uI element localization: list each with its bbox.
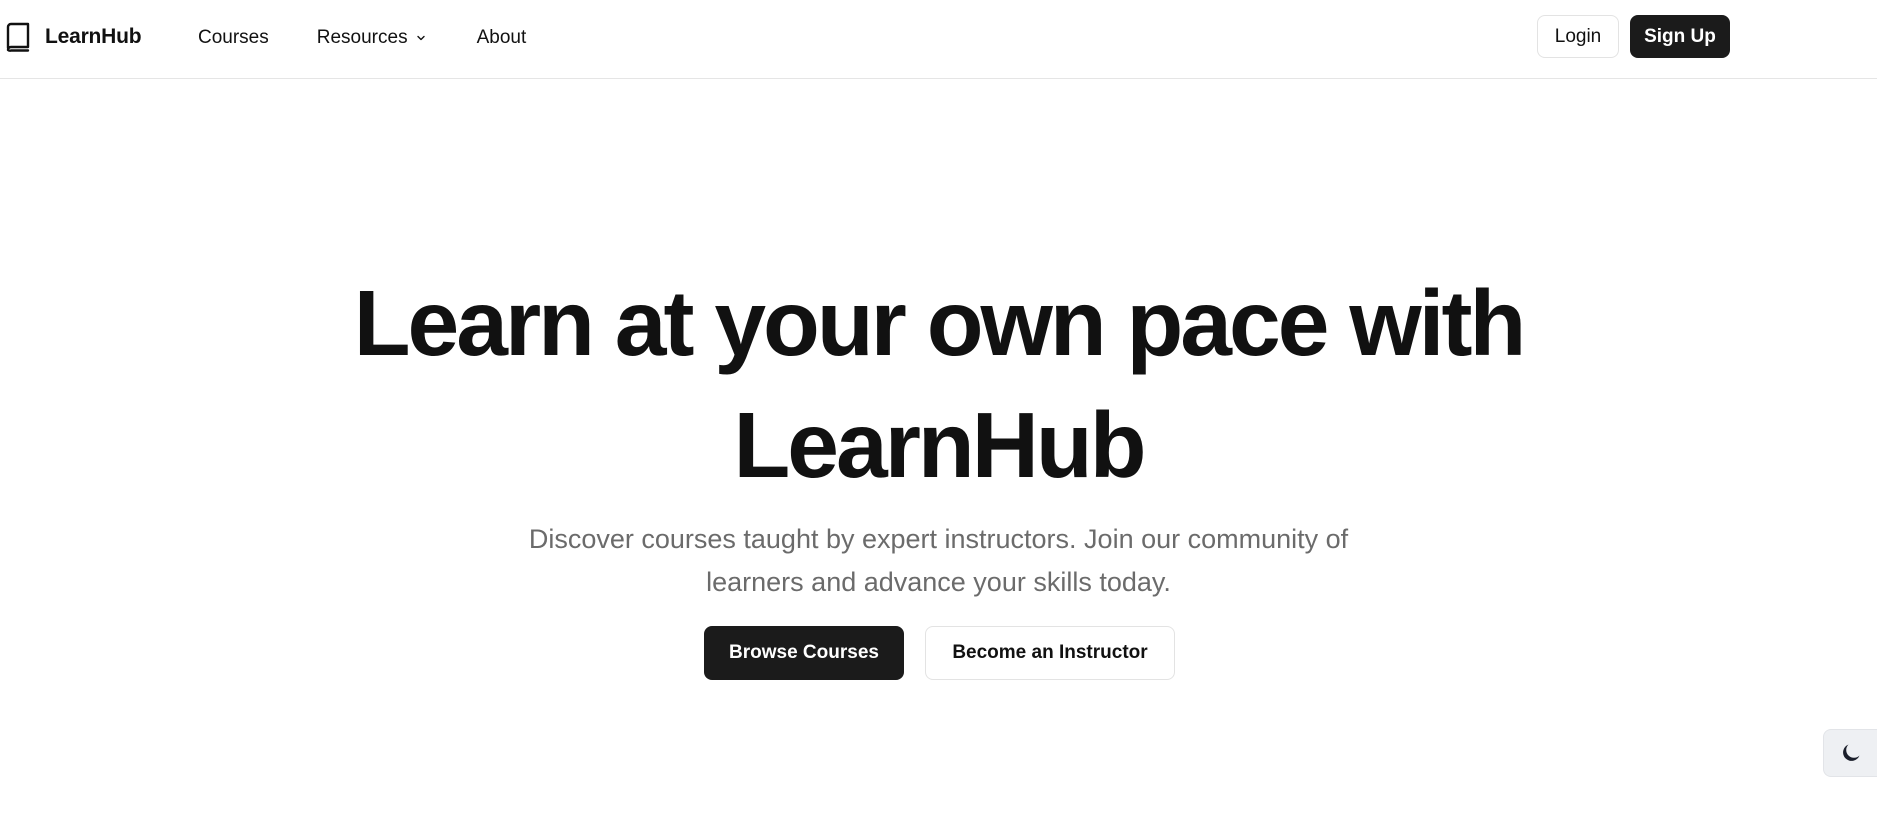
hero-title-line2: LearnHub [733,393,1146,497]
hero-subtitle-line1: Discover courses taught by expert instru… [528,524,1349,554]
hero-subtitle-line2: learners and advance your skills today. [706,567,1171,597]
nav-resources-dropdown[interactable]: Resources [317,24,427,52]
nav-resources-label: Resources [316,27,408,48]
main-nav: Courses Resources About [198,24,526,52]
brand-name: LearnHub [45,25,142,48]
nav-about-link[interactable]: About [477,24,527,52]
top-navbar: LearnHub Courses Resources About Login S… [0,0,1877,79]
moon-icon [1842,744,1859,761]
signup-button[interactable]: Sign Up [1630,15,1730,58]
browse-courses-button[interactable]: Browse Courses [704,626,904,680]
book-icon [6,22,30,52]
hero-title: Learn at your own pace with LearnHub [0,262,1877,506]
login-button[interactable]: Login [1537,15,1619,58]
theme-toggle-button[interactable] [1823,729,1877,777]
nav-courses-link[interactable]: Courses [198,24,269,52]
hero-title-line1: Learn at your own pace with [353,271,1527,375]
become-instructor-button[interactable]: Become an Instructor [925,626,1175,680]
chevron-down-icon [416,35,425,41]
brand-logo[interactable]: LearnHub [5,20,142,54]
hero-subtitle: Discover courses taught by expert instru… [0,518,1877,604]
page: LearnHub Courses Resources About Login S… [0,0,1877,819]
